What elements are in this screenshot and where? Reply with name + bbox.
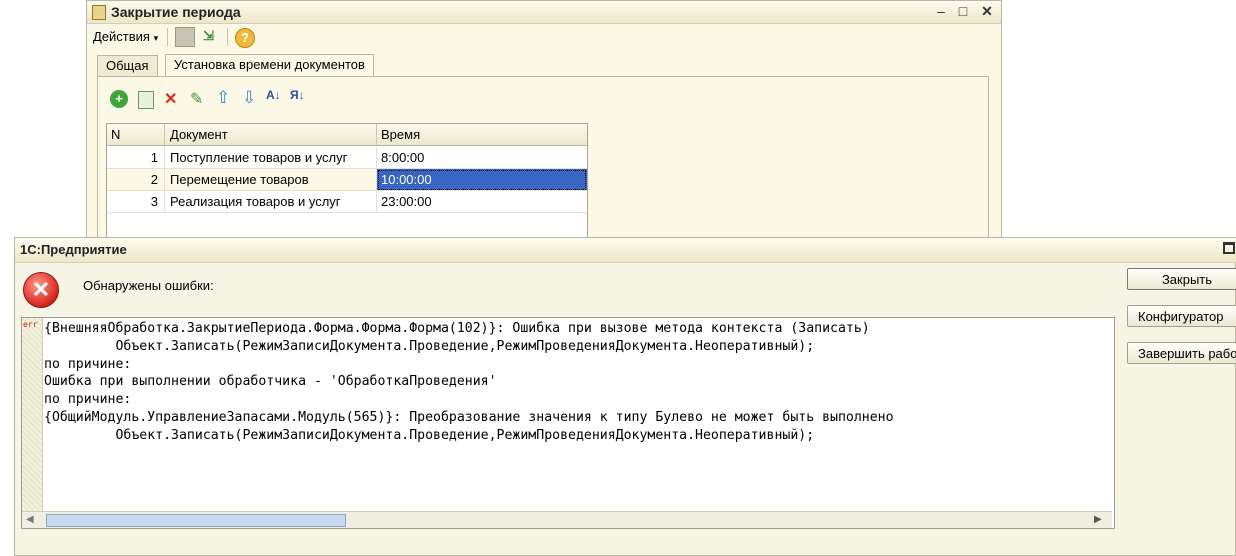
move-up-icon[interactable]: ⇧: [216, 88, 230, 108]
help-icon[interactable]: ?: [235, 27, 255, 49]
error-gutter: err: [22, 318, 43, 511]
maximize-icon[interactable]: [1223, 242, 1235, 254]
dialog-title: 1С:Предприятие: [20, 242, 127, 257]
table-header-document[interactable]: Документ: [165, 124, 377, 146]
maximize-icon[interactable]: □: [955, 3, 971, 19]
error-dialog: 1С:Предприятие ✕ Обнаружены ошибки: err …: [14, 237, 1236, 556]
error-line: Объект.Записать(РежимЗаписиДокумента.Про…: [44, 427, 815, 443]
period-closing-titlebar: Закрытие периода – □ ✕: [87, 1, 1001, 24]
error-line: по причине:: [44, 392, 132, 408]
sort-descending-icon[interactable]: Я↓: [290, 88, 305, 102]
document-time-table: N Документ Время 1 Поступление товаров и…: [106, 123, 588, 243]
finish-work-button-label: Завершить работу: [1138, 346, 1236, 361]
add-icon[interactable]: +: [110, 90, 128, 108]
toolbar-separator: [167, 28, 168, 46]
close-icon[interactable]: ✕: [979, 3, 995, 19]
period-closing-window: Закрытие периода – □ ✕ Действия ▾ ⇲ ? Об…: [86, 0, 1002, 248]
tab-panel: + ✕ ✎ ⇧ ⇩ А↓ Я↓ N Документ Время 1 Посту…: [97, 76, 989, 248]
edit-icon[interactable]: ✎: [190, 89, 203, 109]
column-label: Время: [381, 127, 421, 142]
chevron-down-icon: ▾: [153, 33, 159, 43]
table-row-time-selected[interactable]: 10:00:00: [377, 169, 587, 191]
close-button[interactable]: Закрыть: [1127, 268, 1236, 290]
form-icon: [92, 5, 106, 20]
save-and-close-icon[interactable]: ⇲: [203, 27, 221, 45]
window-title: Закрытие периода: [111, 4, 241, 20]
delete-icon[interactable]: ✕: [164, 89, 177, 109]
copy-icon[interactable]: [138, 91, 154, 109]
error-line: {ВнешняяОбработка.ЗакрытиеПериода.Форма.…: [44, 321, 870, 336]
scroll-right-icon[interactable]: ▶: [1094, 514, 1102, 525]
table-row-time[interactable]: 8:00:00: [377, 147, 587, 169]
form-toolbar: Действия ▾ ⇲ ?: [87, 24, 1001, 51]
horizontal-scrollbar[interactable]: ◀ ▶: [22, 511, 1112, 528]
error-line: Ошибка при выполнении обработчика - 'Обр…: [44, 374, 497, 390]
sort-ascending-icon[interactable]: А↓: [266, 88, 281, 102]
table-row-n[interactable]: 2: [107, 169, 165, 191]
error-message-box[interactable]: err {ВнешняяОбработка.ЗакрытиеПериода.Фо…: [21, 317, 1115, 529]
error-line: {ОбщийМодуль.УправлениеЗапасами.Модуль(5…: [44, 409, 894, 425]
error-icon: ✕: [23, 272, 59, 308]
table-header-n[interactable]: N: [107, 124, 165, 146]
error-line: Объект.Записать(РежимЗаписиДокумента.Про…: [44, 338, 815, 354]
tab-general[interactable]: Общая: [97, 55, 158, 76]
table-row-time[interactable]: 23:00:00: [377, 191, 587, 213]
actions-menu-label: Действия: [93, 29, 150, 44]
table-row-document[interactable]: Поступление товаров и услуг: [165, 147, 377, 169]
configurator-button-label: Конфигуратор: [1138, 309, 1224, 324]
finish-work-button[interactable]: Завершить работу: [1127, 342, 1236, 364]
save-icon[interactable]: [175, 27, 195, 47]
tab-document-time[interactable]: Установка времени документов: [165, 54, 374, 77]
actions-menu[interactable]: Действия ▾: [93, 26, 158, 48]
column-label: N: [111, 127, 121, 142]
error-line: по причине:: [44, 356, 132, 372]
error-heading: Обнаружены ошибки:: [83, 278, 214, 293]
table-row-document[interactable]: Реализация товаров и услуг: [165, 191, 377, 213]
error-message-text: {ВнешняяОбработка.ЗакрытиеПериода.Форма.…: [44, 320, 1112, 510]
table-row-document[interactable]: Перемещение товаров: [165, 169, 377, 191]
table-row-n[interactable]: 3: [107, 191, 165, 213]
column-label: Документ: [170, 127, 228, 142]
move-down-icon[interactable]: ⇩: [242, 88, 256, 108]
scroll-thumb[interactable]: [46, 514, 346, 527]
configurator-button[interactable]: Конфигуратор: [1127, 305, 1236, 327]
scroll-left-icon[interactable]: ◀: [26, 514, 34, 525]
minimize-icon[interactable]: –: [933, 3, 949, 19]
toolbar-separator: [227, 28, 228, 46]
table-header-time[interactable]: Время: [377, 124, 587, 146]
error-dialog-titlebar: 1С:Предприятие: [15, 238, 1236, 263]
err-marker: err: [23, 320, 38, 329]
close-button-label: Закрыть: [1161, 272, 1213, 287]
table-row-n[interactable]: 1: [107, 147, 165, 169]
tab-strip: Общая Установка времени документов + ✕ ✎…: [97, 54, 991, 248]
